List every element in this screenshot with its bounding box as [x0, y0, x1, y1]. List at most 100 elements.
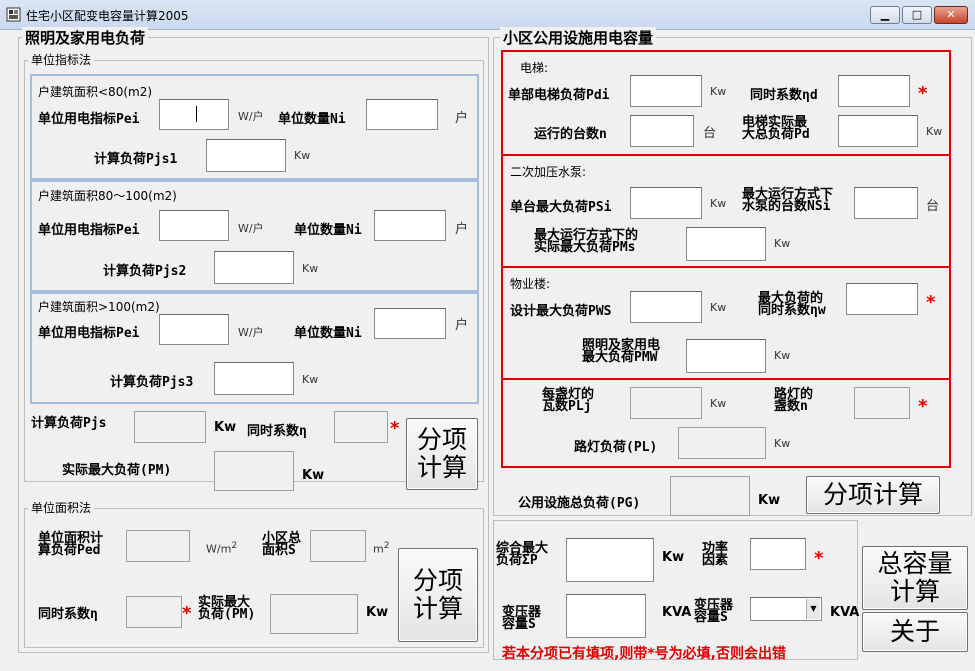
- coef-input[interactable]: [334, 411, 388, 443]
- calc-button-index[interactable]: 分项 计算: [406, 418, 478, 490]
- required-star: *: [390, 418, 400, 439]
- g3-pjs-input[interactable]: [214, 362, 294, 395]
- unit-index-legend: 单位指标法: [28, 51, 95, 68]
- g2-ni-label: 单位数量Ni: [294, 223, 362, 238]
- g1-ni-label: 单位数量Ni: [278, 112, 346, 127]
- calc-button-public[interactable]: 分项计算: [806, 476, 940, 514]
- chevron-down-icon[interactable]: ▼: [806, 599, 820, 619]
- nsi-label: 最大运行方式下 水泵的台数NSi: [742, 187, 834, 214]
- g3-pei-label: 单位用电指标Pei: [38, 326, 140, 341]
- g2-ni-unit: 户: [455, 222, 469, 237]
- pm-unit: Kw: [302, 468, 325, 483]
- pmw-input[interactable]: [686, 339, 766, 373]
- g1-pei-label: 单位用电指标Pei: [38, 112, 140, 127]
- maximize-button[interactable]: □: [902, 6, 932, 24]
- elevator-coef-input[interactable]: [838, 75, 910, 107]
- g3-ni-label: 单位数量Ni: [294, 326, 362, 341]
- plj-unit: Kw: [710, 397, 727, 410]
- g2-pjs-label: 计算负荷Pjs2: [103, 264, 187, 279]
- ped-label: 单位面积计 算负荷Ped: [38, 531, 104, 558]
- pm-field[interactable]: [214, 451, 294, 491]
- pdi-unit: Kw: [710, 85, 727, 98]
- group1-legend: 户建筑面积<80(m2): [38, 85, 153, 99]
- text-caret: [196, 106, 197, 122]
- area-pm-unit: Kw: [366, 605, 389, 620]
- g3-pei-input[interactable]: [159, 314, 229, 345]
- sum-label: 综合最大 负荷ΣP: [496, 541, 549, 568]
- psi-input[interactable]: [630, 187, 702, 219]
- transformer-cap-field[interactable]: [566, 594, 646, 638]
- total-calc-button[interactable]: 总容量 计算: [862, 546, 968, 610]
- g1-pjs-unit: Kw: [294, 149, 311, 162]
- pws-input[interactable]: [630, 291, 702, 323]
- area-pm-label: 实际最大 负荷(PM): [198, 595, 256, 622]
- sum-field[interactable]: [566, 538, 654, 582]
- g1-ni-unit: 户: [455, 111, 469, 126]
- elevator-n-input[interactable]: [630, 115, 694, 147]
- g3-pei-unit: W/户: [238, 326, 264, 339]
- elevator-legend: 电梯:: [520, 61, 549, 75]
- g1-pjs-input[interactable]: [206, 139, 286, 172]
- pf-label: 功率 因素: [702, 541, 729, 568]
- pd-input[interactable]: [838, 115, 918, 147]
- sum-unit: Kw: [662, 550, 685, 565]
- pdi-input[interactable]: [630, 75, 702, 107]
- required-star: *: [814, 548, 824, 569]
- about-button[interactable]: 关于: [862, 612, 968, 652]
- light-n-input[interactable]: [854, 387, 910, 419]
- g2-pjs-unit: Kw: [302, 262, 319, 275]
- group3-legend: 户建筑面积>100(m2): [38, 300, 160, 314]
- pl-unit: Kw: [774, 437, 791, 450]
- area-pm-field[interactable]: [270, 594, 358, 634]
- property-coef-input[interactable]: [846, 283, 918, 315]
- right-group-title: 小区公用设施用电容量: [500, 27, 657, 48]
- ped-unit: W/m2: [206, 540, 238, 556]
- ped-field[interactable]: [126, 530, 190, 562]
- pms-input[interactable]: [686, 227, 766, 261]
- minimize-button[interactable]: ▁: [870, 6, 900, 24]
- plj-label: 每盏灯的 瓦数PLj: [542, 387, 595, 414]
- pmw-unit: Kw: [774, 349, 791, 362]
- elevator-n-unit: 台: [703, 126, 717, 141]
- nsi-unit: 台: [926, 199, 940, 214]
- group2-legend: 户建筑面积80～100(m2): [38, 189, 177, 203]
- app-icon: [6, 7, 21, 22]
- g2-ni-input[interactable]: [374, 210, 446, 241]
- total-pjs-field[interactable]: [134, 411, 206, 443]
- pg-field[interactable]: [670, 476, 750, 516]
- window-title: 住宅小区配变电容量计算2005: [26, 9, 189, 23]
- transformer-cap-unit: KVA: [662, 605, 692, 620]
- calc-button-area[interactable]: 分项 计算: [398, 548, 478, 642]
- plj-input[interactable]: [630, 387, 702, 419]
- g2-pei-unit: W/户: [238, 222, 264, 235]
- g2-pei-label: 单位用电指标Pei: [38, 223, 140, 238]
- nsi-input[interactable]: [854, 187, 918, 219]
- required-star: *: [918, 83, 928, 104]
- g3-ni-input[interactable]: [374, 308, 446, 339]
- transformer-cap2-unit: KVA: [830, 605, 860, 620]
- total-pjs-label: 计算负荷Pjs: [31, 416, 107, 431]
- s-label: 小区总 面积S: [262, 531, 302, 558]
- coef-label: 同时系数η: [247, 424, 307, 439]
- g3-pjs-unit: Kw: [302, 373, 319, 386]
- area-field[interactable]: [310, 530, 366, 562]
- left-group-title: 照明及家用电负荷: [22, 27, 149, 48]
- close-button[interactable]: ✕: [934, 6, 968, 24]
- power-factor-input[interactable]: [750, 538, 806, 570]
- s-unit: m2: [373, 540, 390, 556]
- property-coef-label: 最大负荷的 同时系数ηw: [758, 291, 826, 318]
- unit-area-legend: 单位面积法: [28, 499, 95, 516]
- g3-ni-unit: 户: [455, 318, 469, 333]
- pl-field[interactable]: [678, 427, 766, 459]
- transformer-cap-dropdown[interactable]: ▼: [750, 597, 822, 621]
- g2-pei-input[interactable]: [159, 210, 229, 241]
- pmw-label: 照明及家用电 最大负荷PMW: [582, 338, 661, 365]
- g2-pjs-input[interactable]: [214, 251, 294, 284]
- pws-label: 设计最大负荷PWS: [510, 304, 612, 319]
- pws-unit: Kw: [710, 301, 727, 314]
- g3-pjs-label: 计算负荷Pjs3: [110, 375, 194, 390]
- g1-pei-input[interactable]: [159, 99, 229, 130]
- required-star: *: [182, 603, 192, 624]
- g1-ni-input[interactable]: [366, 99, 438, 130]
- area-coef-input[interactable]: [126, 596, 182, 628]
